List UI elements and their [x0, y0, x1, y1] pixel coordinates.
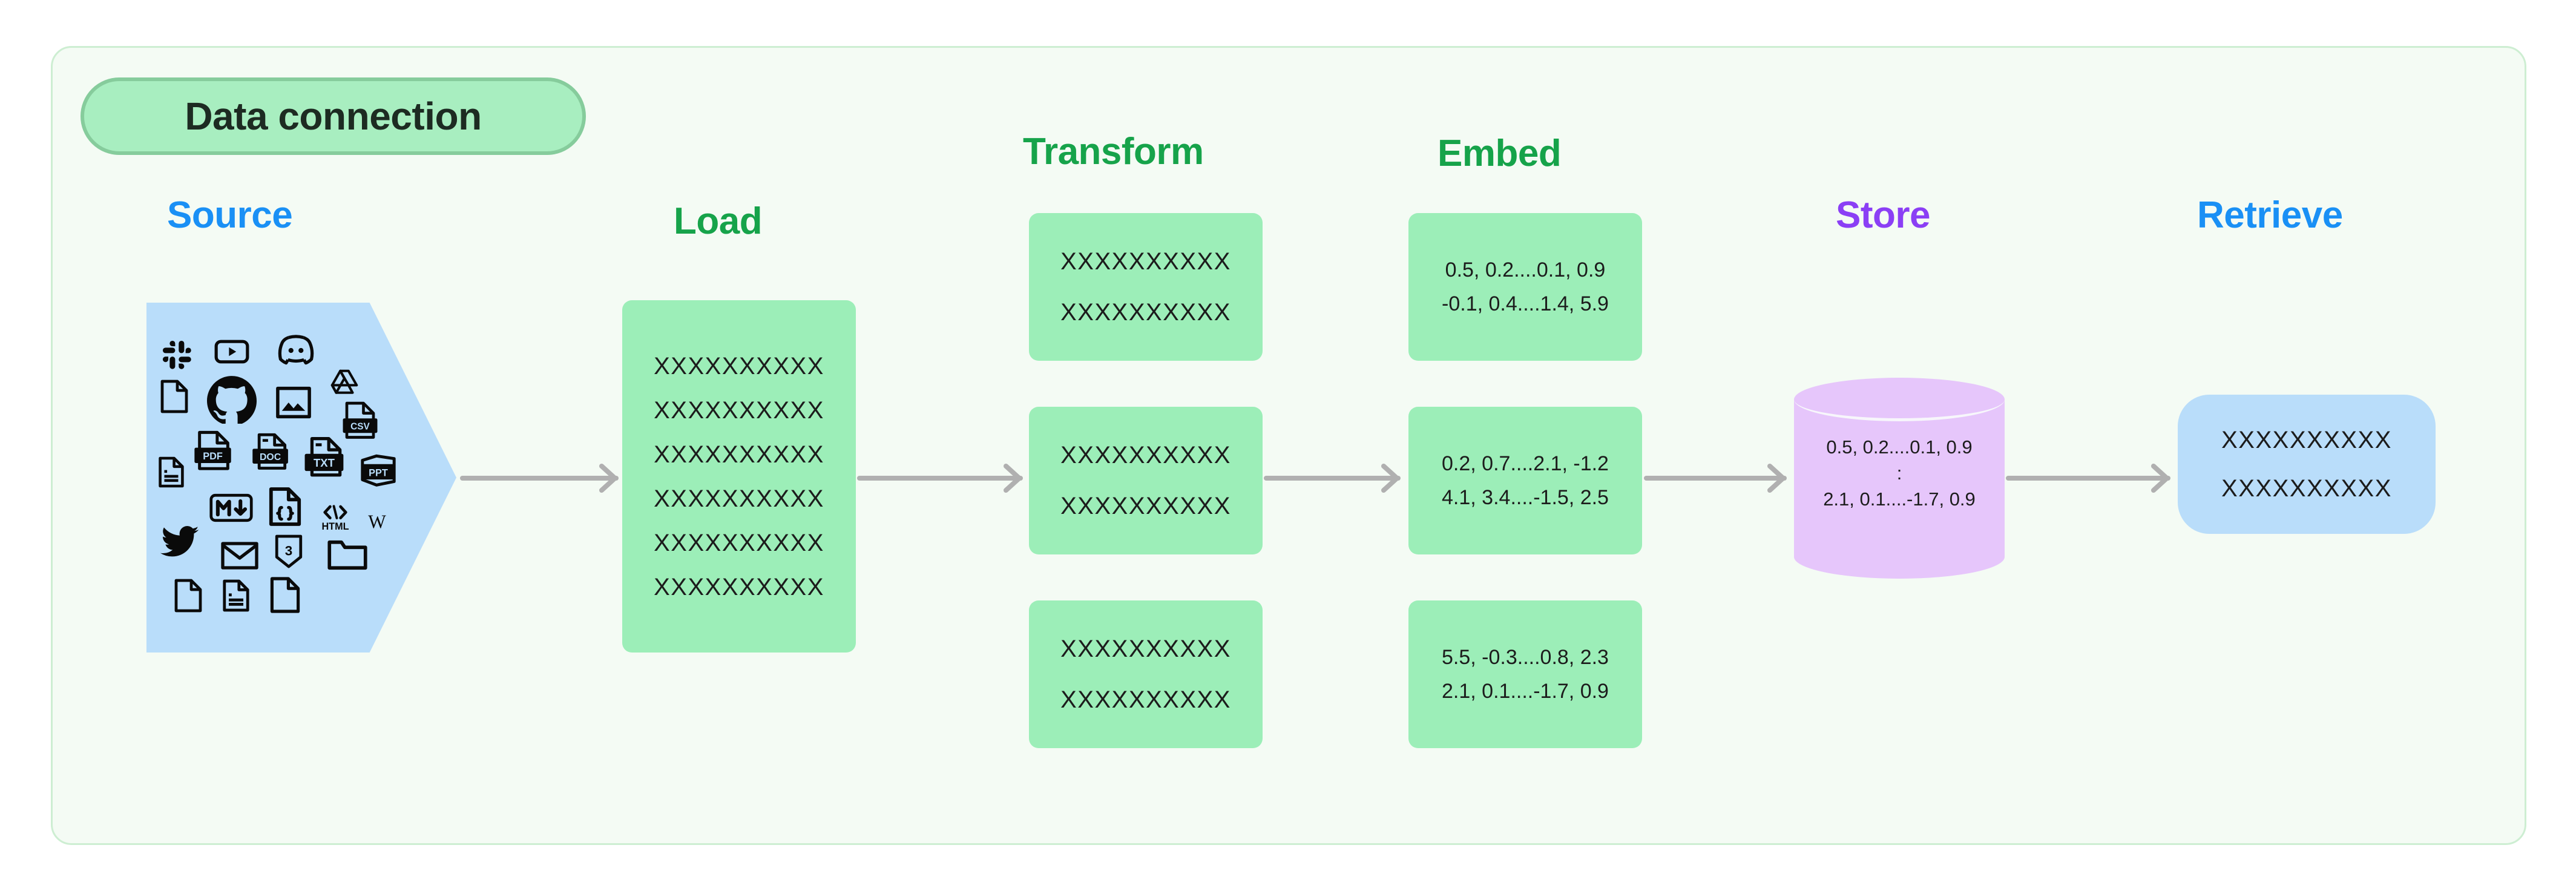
- heading-store: Store: [1836, 194, 1930, 236]
- embed-vector-line: 2.1, 0.1....-1.7, 0.9: [1442, 680, 1609, 703]
- pdf-file-icon: PDF: [192, 429, 235, 473]
- email-icon: [219, 539, 260, 573]
- load-card: XXXXXXXXXX XXXXXXXXXX XXXXXXXXXX XXXXXXX…: [622, 300, 856, 653]
- svg-text:CSV: CSV: [350, 422, 370, 432]
- heading-embed: Embed: [1438, 133, 1562, 174]
- store-vector-line: 2.1, 0.1....-1.7, 0.9: [1823, 488, 1976, 510]
- svg-text:W: W: [368, 511, 386, 533]
- load-line: XXXXXXXXXX: [654, 573, 824, 600]
- folder-icon: [326, 536, 369, 574]
- transform-card: XXXXXXXXXX XXXXXXXXXX: [1029, 600, 1263, 748]
- retrieve-line: XXXXXXXXXX: [2221, 427, 2392, 453]
- heading-load: Load: [674, 200, 763, 242]
- store-database-cylinder: 0.5, 0.2....0.1, 0.9 : 2.1, 0.1....-1.7,…: [1794, 378, 2005, 579]
- transform-line: XXXXXXXXXX: [1060, 636, 1231, 662]
- image-icon: [272, 381, 315, 424]
- svg-text:3: 3: [285, 544, 292, 559]
- arrow-load-to-transform: [857, 460, 1029, 496]
- retrieve-card: XXXXXXXXXX XXXXXXXXXX: [2178, 395, 2436, 534]
- svg-text:PPT: PPT: [369, 467, 388, 478]
- embed-vector-line: 4.1, 3.4....-1.5, 2.5: [1442, 486, 1609, 509]
- markdown-icon: [208, 492, 254, 524]
- embed-vector-line: 5.5, -0.3....0.8, 2.3: [1442, 645, 1609, 669]
- cylinder-bottom-ellipse: [1794, 535, 2005, 579]
- transform-line: XXXXXXXXXX: [1060, 493, 1231, 519]
- transform-line: XXXXXXXXXX: [1060, 686, 1231, 713]
- transform-line: XXXXXXXXXX: [1060, 442, 1231, 469]
- svg-text:DOC: DOC: [260, 452, 281, 462]
- txt-file-icon: TXT: [303, 435, 347, 482]
- source-node: CSV PDF DOC TXT PPT HTML W 3: [146, 303, 456, 653]
- embed-card: 5.5, -0.3....0.8, 2.3 2.1, 0.1....-1.7, …: [1408, 600, 1642, 748]
- doc-file-icon: DOC: [251, 431, 292, 475]
- store-vector-text: 0.5, 0.2....0.1, 0.9 : 2.1, 0.1....-1.7,…: [1794, 436, 2005, 511]
- diagram-canvas: Data connection Source Load Transform Em…: [0, 0, 2576, 891]
- retrieve-line: XXXXXXXXXX: [2221, 475, 2392, 502]
- svg-text:HTML: HTML: [321, 521, 349, 532]
- css3-icon: 3: [272, 533, 305, 570]
- youtube-icon: [212, 332, 252, 372]
- heading-retrieve: Retrieve: [2197, 194, 2343, 236]
- data-connection-badge: Data connection: [80, 77, 586, 155]
- transform-line: XXXXXXXXXX: [1060, 248, 1231, 275]
- embed-vector-line: 0.5, 0.2....0.1, 0.9: [1445, 258, 1606, 281]
- transform-card: XXXXXXXXXX XXXXXXXXXX: [1029, 407, 1263, 554]
- file-blank-icon: [157, 376, 191, 416]
- store-vector-line: 0.5, 0.2....0.1, 0.9: [1826, 436, 1973, 458]
- transform-card: XXXXXXXXXX XXXXXXXXXX: [1029, 213, 1263, 361]
- svg-text:PDF: PDF: [203, 451, 223, 462]
- heading-transform: Transform: [1023, 131, 1204, 173]
- arrow-store-to-retrieve: [2006, 460, 2177, 496]
- source-icon-grid: CSV PDF DOC TXT PPT HTML W 3: [146, 303, 456, 653]
- embed-vector-line: 0.2, 0.7....2.1, -1.2: [1442, 452, 1609, 475]
- file-blank-3-icon: [268, 574, 303, 616]
- embed-card: 0.2, 0.7....2.1, -1.2 4.1, 3.4....-1.5, …: [1408, 407, 1642, 554]
- load-line: XXXXXXXXXX: [654, 529, 824, 556]
- transform-line: XXXXXXXXXX: [1060, 299, 1231, 326]
- json-code-file-icon: [266, 484, 304, 529]
- google-drive-icon: [327, 366, 362, 401]
- ppt-file-icon: PPT: [357, 450, 399, 492]
- embed-vector-line: -0.1, 0.4....1.4, 5.9: [1442, 292, 1609, 315]
- embed-card: 0.5, 0.2....0.1, 0.9 -0.1, 0.4....1.4, 5…: [1408, 213, 1642, 361]
- wikipedia-icon: W: [361, 504, 393, 536]
- svg-text:TXT: TXT: [314, 456, 335, 469]
- heading-source: Source: [167, 194, 293, 236]
- github-icon: [206, 373, 258, 425]
- data-connection-badge-label: Data connection: [185, 94, 482, 138]
- file-blank-2-icon: [172, 576, 205, 615]
- arrow-embed-to-store: [1644, 460, 1793, 496]
- document-lines-2-icon: [220, 576, 252, 615]
- html-icon: HTML: [315, 499, 356, 534]
- arrow-transform-to-embed: [1264, 460, 1407, 496]
- load-line: XXXXXXXXXX: [654, 485, 824, 512]
- load-line: XXXXXXXXXX: [654, 441, 824, 468]
- store-vector-ellipsis: :: [1896, 462, 1902, 484]
- arrow-source-to-load: [460, 460, 625, 496]
- slack-icon: [160, 338, 195, 373]
- twitter-icon: [159, 524, 202, 562]
- cylinder-top-ellipse: [1794, 378, 2005, 421]
- load-line: XXXXXXXXXX: [654, 352, 824, 380]
- discord-icon: [275, 329, 317, 372]
- document-lines-icon: [156, 454, 186, 490]
- load-line: XXXXXXXXXX: [654, 396, 824, 424]
